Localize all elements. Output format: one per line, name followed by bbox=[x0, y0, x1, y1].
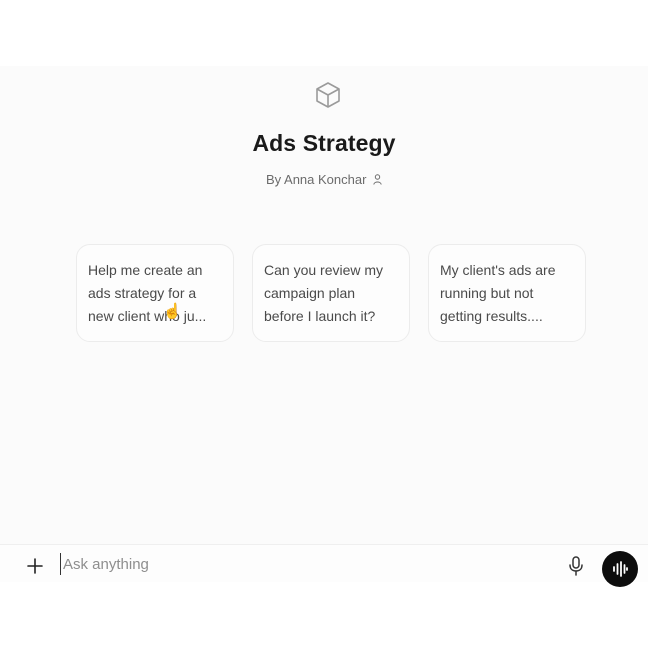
starter-card[interactable]: My client's ads are running but not gett… bbox=[428, 244, 586, 342]
gpt-title: Ads Strategy bbox=[252, 130, 396, 156]
gpt-byline: By Anna Konchar bbox=[0, 172, 648, 187]
voice-waveform-icon bbox=[613, 561, 628, 577]
message-composer bbox=[0, 544, 648, 587]
conversation-starters: Help me create an ads strategy for a new… bbox=[76, 244, 586, 342]
starter-card[interactable]: Help me create an ads strategy for a new… bbox=[76, 244, 234, 342]
chat-window: Ads Strategy By Anna Konchar Help me cre… bbox=[0, 66, 648, 582]
ask-input[interactable] bbox=[60, 553, 540, 575]
person-icon bbox=[373, 174, 382, 185]
cube-icon bbox=[316, 82, 340, 108]
author-name: By Anna Konchar bbox=[265, 172, 367, 187]
plus-icon[interactable] bbox=[24, 555, 46, 577]
voice-mode-button[interactable] bbox=[602, 551, 638, 587]
microphone-icon[interactable] bbox=[566, 555, 586, 577]
starter-card[interactable]: Can you review my campaign plan before I… bbox=[252, 244, 410, 342]
